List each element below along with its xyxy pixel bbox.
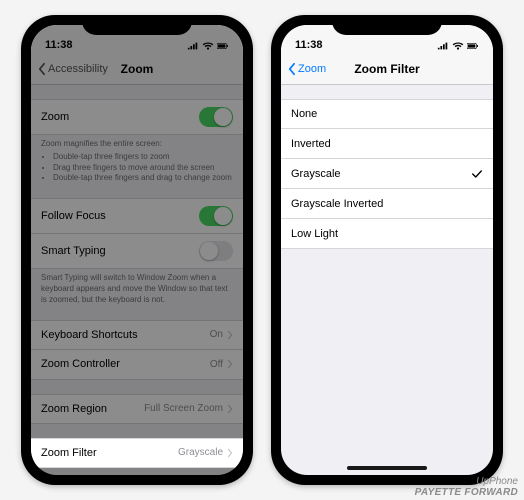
filter-options-group: None Inverted Grayscale Grayscale Inverted L… <box>281 99 493 249</box>
zoom-controller-value: Off <box>210 359 223 370</box>
zoom-region-value: Full Screen Zoom <box>144 403 223 414</box>
wifi-icon <box>452 41 464 51</box>
checkmark-icon <box>471 168 483 180</box>
phone-left: 11:38 Accessibility Zoom Zoom <box>21 15 253 485</box>
status-icons <box>437 41 479 51</box>
zoom-footer-bullet: Double-tap three fingers to zoom <box>53 152 233 163</box>
zoom-toggle-row[interactable]: Zoom <box>31 99 243 135</box>
zoom-toggle-switch[interactable] <box>199 107 233 127</box>
controls-group: Keyboard Shortcuts On Zoom Controller Of… <box>31 320 243 380</box>
status-icons <box>187 41 229 51</box>
home-indicator[interactable] <box>347 466 427 470</box>
status-time: 11:38 <box>295 39 323 51</box>
notch <box>332 15 442 35</box>
zoom-region-row[interactable]: Zoom Region Full Screen Zoom <box>31 394 243 424</box>
zoom-footer-intro: Zoom magnifies the entire screen: <box>41 139 162 148</box>
smart-typing-label: Smart Typing <box>41 245 106 257</box>
zoom-toggle-label: Zoom <box>41 111 69 123</box>
follow-focus-row[interactable]: Follow Focus <box>31 198 243 234</box>
nav-bar: Accessibility Zoom <box>31 53 243 85</box>
filter-option-label: Grayscale <box>291 168 341 180</box>
back-button[interactable]: Zoom <box>287 62 326 76</box>
back-label: Accessibility <box>48 63 108 75</box>
zoom-footer-bullet: Drag three fingers to move around the sc… <box>53 163 233 174</box>
watermark-line1: UpPhone <box>415 477 518 488</box>
follow-focus-switch[interactable] <box>199 206 233 226</box>
zoom-filter-label: Zoom Filter <box>41 447 97 459</box>
zoom-controller-label: Zoom Controller <box>41 358 120 370</box>
filter-list[interactable]: None Inverted Grayscale Grayscale Inverted L… <box>281 85 493 475</box>
back-button[interactable]: Accessibility <box>37 62 108 76</box>
filter-option-row[interactable]: Grayscale <box>281 159 493 189</box>
filter-option-row[interactable]: None <box>281 99 493 129</box>
chevron-right-icon <box>227 404 233 414</box>
chevron-right-icon <box>227 359 233 369</box>
max-zoom-header: MAXIMUM ZOOM LEVEL <box>31 468 243 475</box>
filter-option-label: Low Light <box>291 228 338 240</box>
screenshot-pair: 11:38 Accessibility Zoom Zoom <box>0 0 524 500</box>
filter-option-row[interactable]: Grayscale Inverted <box>281 189 493 219</box>
screen-right: 11:38 Zoom Zoom Filter None Inverted Grays… <box>281 25 493 475</box>
notch <box>82 15 192 35</box>
settings-scroll[interactable]: Zoom Zoom magnifies the entire screen: D… <box>31 85 243 475</box>
zoom-footer-text: Zoom magnifies the entire screen: Double… <box>31 135 243 184</box>
status-time: 11:38 <box>45 39 73 51</box>
back-label: Zoom <box>298 63 326 75</box>
focus-group: Follow Focus Smart Typing Smart Typing w… <box>31 198 243 305</box>
battery-icon <box>467 41 479 51</box>
watermark: UpPhone PAYETTE FORWARD <box>415 477 518 498</box>
smart-typing-row[interactable]: Smart Typing <box>31 234 243 269</box>
follow-focus-label: Follow Focus <box>41 210 106 222</box>
zoom-filter-row[interactable]: Zoom Filter Grayscale <box>31 438 243 468</box>
region-group: Zoom Region Full Screen Zoom <box>31 394 243 424</box>
filter-option-label: Inverted <box>291 138 331 150</box>
filter-group: Zoom Filter Grayscale <box>31 438 243 468</box>
chevron-right-icon <box>227 448 233 458</box>
chevron-left-icon <box>287 62 296 76</box>
keyboard-shortcuts-label: Keyboard Shortcuts <box>41 329 138 341</box>
chevron-left-icon <box>37 62 46 76</box>
screen-left: 11:38 Accessibility Zoom Zoom <box>31 25 243 475</box>
filter-option-row[interactable]: Inverted <box>281 129 493 159</box>
watermark-line2: PAYETTE FORWARD <box>415 488 518 499</box>
filter-option-row[interactable]: Low Light <box>281 219 493 249</box>
zoom-footer-bullet: Double-tap three fingers and drag to cha… <box>53 173 233 184</box>
zoom-controller-row[interactable]: Zoom Controller Off <box>31 350 243 380</box>
signal-icon <box>437 41 449 51</box>
phone-right: 11:38 Zoom Zoom Filter None Inverted Grays… <box>271 15 503 485</box>
wifi-icon <box>202 41 214 51</box>
battery-icon <box>217 41 229 51</box>
signal-icon <box>187 41 199 51</box>
smart-typing-footer: Smart Typing will switch to Window Zoom … <box>31 269 243 305</box>
zoom-region-label: Zoom Region <box>41 403 107 415</box>
chevron-right-icon <box>227 330 233 340</box>
keyboard-shortcuts-value: On <box>210 329 223 340</box>
zoom-filter-value: Grayscale <box>178 447 223 458</box>
keyboard-shortcuts-row[interactable]: Keyboard Shortcuts On <box>31 320 243 350</box>
filter-option-label: Grayscale Inverted <box>291 198 383 210</box>
zoom-toggle-group: Zoom Zoom magnifies the entire screen: D… <box>31 99 243 184</box>
nav-bar: Zoom Zoom Filter <box>281 53 493 85</box>
filter-option-label: None <box>291 108 317 120</box>
smart-typing-switch[interactable] <box>199 241 233 261</box>
